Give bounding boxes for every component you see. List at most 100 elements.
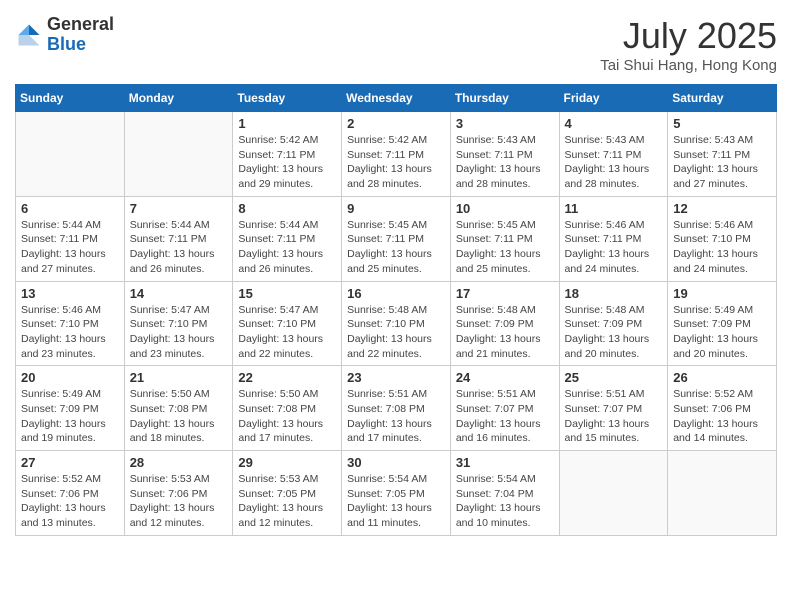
day-info: Sunrise: 5:44 AM Sunset: 7:11 PM Dayligh… <box>21 218 119 277</box>
day-number: 31 <box>456 455 554 470</box>
day-info: Sunrise: 5:47 AM Sunset: 7:10 PM Dayligh… <box>238 303 336 362</box>
calendar-cell: 2Sunrise: 5:42 AM Sunset: 7:11 PM Daylig… <box>342 112 451 197</box>
calendar-cell: 23 Sunrise: 5:51 AM Sunset: 7:08 PM Dayli… <box>342 366 451 451</box>
calendar-cell: 29 Sunrise: 5:53 AM Sunset: 7:05 PM Dayli… <box>233 451 342 536</box>
calendar-cell <box>124 112 233 197</box>
day-info: Sunrise: 5:46 AM Sunset: 7:10 PM Dayligh… <box>21 303 119 362</box>
day-number: 7 <box>130 201 228 216</box>
day-info: Sunrise: 5:50 AM Sunset: 7:08 PM Dayligh… <box>130 387 228 446</box>
logo: General Blue <box>15 15 114 55</box>
weekday-header: Saturday <box>668 85 777 112</box>
day-number: 23 <box>347 370 445 385</box>
day-info: Sunrise: 5:45 AM Sunset: 7:11 PM Dayligh… <box>347 218 445 277</box>
weekday-header: Thursday <box>450 85 559 112</box>
calendar-cell: 20 Sunrise: 5:49 AM Sunset: 7:09 PM Dayli… <box>16 366 125 451</box>
day-number: 3 <box>456 116 554 131</box>
day-number: 1 <box>238 116 336 131</box>
weekday-header: Monday <box>124 85 233 112</box>
calendar-cell: 24 Sunrise: 5:51 AM Sunset: 7:07 PM Dayli… <box>450 366 559 451</box>
day-number: 8 <box>238 201 336 216</box>
day-info: Sunrise: 5:44 AM Sunset: 7:11 PM Dayligh… <box>130 218 228 277</box>
calendar-cell: 30Sunrise: 5:54 AM Sunset: 7:05 PM Dayli… <box>342 451 451 536</box>
day-number: 12 <box>673 201 771 216</box>
weekday-header: Friday <box>559 85 668 112</box>
day-number: 27 <box>21 455 119 470</box>
day-info: Sunrise: 5:42 AM Sunset: 7:11 PM Dayligh… <box>238 133 336 192</box>
day-info: Sunrise: 5:43 AM Sunset: 7:11 PM Dayligh… <box>456 133 554 192</box>
calendar-week-row: 27 Sunrise: 5:52 AM Sunset: 7:06 PM Dayli… <box>16 451 777 536</box>
day-info: Sunrise: 5:52 AM Sunset: 7:06 PM Dayligh… <box>673 387 771 446</box>
calendar-header-row: SundayMondayTuesdayWednesdayThursdayFrid… <box>16 85 777 112</box>
day-info: Sunrise: 5:45 AM Sunset: 7:11 PM Dayligh… <box>456 218 554 277</box>
page-header: General Blue July 2025 Tai Shui Hang, Ho… <box>15 15 777 74</box>
calendar-week-row: 1 Sunrise: 5:42 AM Sunset: 7:11 PM Daylig… <box>16 112 777 197</box>
calendar-week-row: 20 Sunrise: 5:49 AM Sunset: 7:09 PM Dayli… <box>16 366 777 451</box>
day-number: 29 <box>238 455 336 470</box>
day-info: Sunrise: 5:48 AM Sunset: 7:09 PM Dayligh… <box>565 303 663 362</box>
day-info: Sunrise: 5:43 AM Sunset: 7:11 PM Dayligh… <box>673 133 771 192</box>
calendar-cell: 26 Sunrise: 5:52 AM Sunset: 7:06 PM Dayli… <box>668 366 777 451</box>
day-info: Sunrise: 5:46 AM Sunset: 7:10 PM Dayligh… <box>673 218 771 277</box>
day-info: Sunrise: 5:49 AM Sunset: 7:09 PM Dayligh… <box>673 303 771 362</box>
calendar-cell: 14 Sunrise: 5:47 AM Sunset: 7:10 PM Dayli… <box>124 281 233 366</box>
day-number: 16 <box>347 286 445 301</box>
weekday-header: Sunday <box>16 85 125 112</box>
day-info: Sunrise: 5:49 AM Sunset: 7:09 PM Dayligh… <box>21 387 119 446</box>
weekday-header: Wednesday <box>342 85 451 112</box>
calendar-cell: 4Sunrise: 5:43 AM Sunset: 7:11 PM Daylig… <box>559 112 668 197</box>
day-number: 20 <box>21 370 119 385</box>
day-number: 10 <box>456 201 554 216</box>
calendar-week-row: 6 Sunrise: 5:44 AM Sunset: 7:11 PM Daylig… <box>16 196 777 281</box>
calendar-cell: 9 Sunrise: 5:45 AM Sunset: 7:11 PM Daylig… <box>342 196 451 281</box>
day-info: Sunrise: 5:53 AM Sunset: 7:05 PM Dayligh… <box>238 472 336 531</box>
day-number: 18 <box>565 286 663 301</box>
day-number: 17 <box>456 286 554 301</box>
calendar-cell: 28Sunrise: 5:53 AM Sunset: 7:06 PM Dayli… <box>124 451 233 536</box>
day-info: Sunrise: 5:51 AM Sunset: 7:07 PM Dayligh… <box>565 387 663 446</box>
day-number: 24 <box>456 370 554 385</box>
logo-text: General Blue <box>47 15 114 55</box>
calendar-table: SundayMondayTuesdayWednesdayThursdayFrid… <box>15 84 777 536</box>
day-info: Sunrise: 5:52 AM Sunset: 7:06 PM Dayligh… <box>21 472 119 531</box>
day-number: 21 <box>130 370 228 385</box>
day-info: Sunrise: 5:51 AM Sunset: 7:08 PM Dayligh… <box>347 387 445 446</box>
calendar-cell: 12 Sunrise: 5:46 AM Sunset: 7:10 PM Dayli… <box>668 196 777 281</box>
weekday-header: Tuesday <box>233 85 342 112</box>
calendar-cell: 17Sunrise: 5:48 AM Sunset: 7:09 PM Dayli… <box>450 281 559 366</box>
day-info: Sunrise: 5:44 AM Sunset: 7:11 PM Dayligh… <box>238 218 336 277</box>
calendar-cell: 5Sunrise: 5:43 AM Sunset: 7:11 PM Daylig… <box>668 112 777 197</box>
day-number: 6 <box>21 201 119 216</box>
day-number: 9 <box>347 201 445 216</box>
calendar-week-row: 13 Sunrise: 5:46 AM Sunset: 7:10 PM Dayli… <box>16 281 777 366</box>
calendar-cell: 15 Sunrise: 5:47 AM Sunset: 7:10 PM Dayli… <box>233 281 342 366</box>
calendar-cell: 31 Sunrise: 5:54 AM Sunset: 7:04 PM Dayli… <box>450 451 559 536</box>
day-info: Sunrise: 5:51 AM Sunset: 7:07 PM Dayligh… <box>456 387 554 446</box>
calendar-cell: 18 Sunrise: 5:48 AM Sunset: 7:09 PM Dayli… <box>559 281 668 366</box>
calendar-cell: 7 Sunrise: 5:44 AM Sunset: 7:11 PM Daylig… <box>124 196 233 281</box>
day-number: 11 <box>565 201 663 216</box>
day-info: Sunrise: 5:54 AM Sunset: 7:04 PM Dayligh… <box>456 472 554 531</box>
day-number: 13 <box>21 286 119 301</box>
day-number: 26 <box>673 370 771 385</box>
logo-icon <box>15 21 43 49</box>
calendar-cell <box>559 451 668 536</box>
day-info: Sunrise: 5:47 AM Sunset: 7:10 PM Dayligh… <box>130 303 228 362</box>
day-number: 25 <box>565 370 663 385</box>
day-number: 4 <box>565 116 663 131</box>
calendar-cell: 25 Sunrise: 5:51 AM Sunset: 7:07 PM Dayli… <box>559 366 668 451</box>
day-number: 14 <box>130 286 228 301</box>
calendar-cell <box>16 112 125 197</box>
calendar-cell: 10 Sunrise: 5:45 AM Sunset: 7:11 PM Dayli… <box>450 196 559 281</box>
day-info: Sunrise: 5:53 AM Sunset: 7:06 PM Dayligh… <box>130 472 228 531</box>
calendar-cell: 21 Sunrise: 5:50 AM Sunset: 7:08 PM Dayli… <box>124 366 233 451</box>
day-number: 19 <box>673 286 771 301</box>
day-info: Sunrise: 5:54 AM Sunset: 7:05 PM Dayligh… <box>347 472 445 531</box>
calendar-cell: 27 Sunrise: 5:52 AM Sunset: 7:06 PM Dayli… <box>16 451 125 536</box>
calendar-cell <box>668 451 777 536</box>
calendar-cell: 13 Sunrise: 5:46 AM Sunset: 7:10 PM Dayli… <box>16 281 125 366</box>
day-info: Sunrise: 5:42 AM Sunset: 7:11 PM Dayligh… <box>347 133 445 192</box>
location: Tai Shui Hang, Hong Kong <box>600 57 777 74</box>
day-info: Sunrise: 5:46 AM Sunset: 7:11 PM Dayligh… <box>565 218 663 277</box>
day-number: 15 <box>238 286 336 301</box>
calendar-cell: 11 Sunrise: 5:46 AM Sunset: 7:11 PM Dayli… <box>559 196 668 281</box>
